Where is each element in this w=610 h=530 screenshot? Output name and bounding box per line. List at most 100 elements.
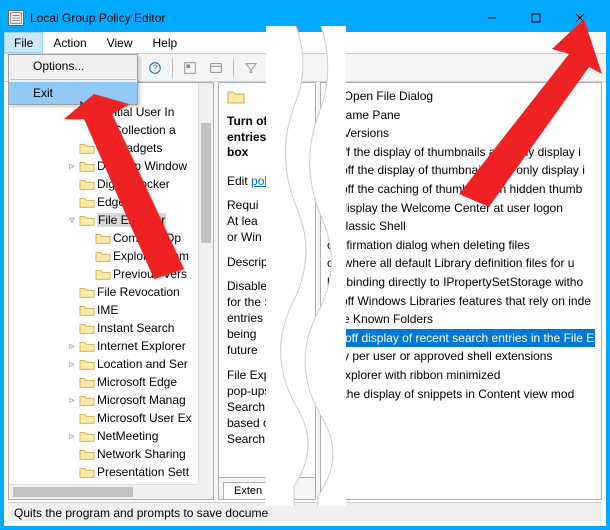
tree-node[interactable]: top Gadgets: [9, 139, 198, 157]
tree-node-label: IME: [97, 303, 118, 317]
tree-node[interactable]: ▹ Desktop Window: [9, 157, 198, 175]
folder-icon: [79, 321, 95, 335]
setting-row[interactable]: us Versions: [327, 124, 595, 143]
setting-row[interactable]: rn off the caching of thumbnails in hidd…: [327, 180, 595, 199]
tree-node[interactable]: ▹ Microsoft Manag: [9, 391, 198, 409]
maximize-button[interactable]: [514, 4, 558, 32]
tree-node[interactable]: Edge: [9, 193, 198, 211]
setting-row[interactable]: ble binding directly to IPropertySetStor…: [327, 273, 595, 292]
tree-node-label: Digital Locker: [97, 177, 170, 191]
workspace: Contentdential User InCollection atop Ga…: [8, 82, 602, 500]
tree-node[interactable]: ▹ Internet Explorer: [9, 337, 198, 355]
toolbar-button-2[interactable]: [205, 57, 227, 79]
setting-title: Turn off entries in box: [227, 114, 307, 161]
expand-icon[interactable]: ▹: [65, 341, 79, 352]
folder-icon: [95, 249, 111, 263]
detail-tabs: Exten: [219, 477, 315, 499]
tree-node[interactable]: Digital Locker: [9, 175, 198, 193]
tree-node-label: Microsoft Manag: [97, 393, 186, 407]
filter-icon[interactable]: [240, 57, 262, 79]
folder-icon: [227, 89, 307, 108]
close-button[interactable]: [558, 4, 602, 32]
tree-node[interactable]: Common Op: [9, 229, 198, 247]
setting-row[interactable]: rn off the display of thumbnails and onl…: [327, 161, 595, 180]
tree-scroll-horizontal[interactable]: [9, 484, 198, 499]
statusbar: Quits the program and prompts to save do…: [8, 502, 602, 522]
tree-node[interactable]: Collection a: [9, 121, 198, 139]
edit-policy-link[interactable]: polic: [251, 174, 276, 188]
tree-node[interactable]: ▿ File Explorer: [9, 211, 198, 229]
tree-node-label: top Gadgets: [97, 141, 162, 155]
tree-node-label: Internet Explorer: [97, 339, 186, 353]
tree-node[interactable]: File Revocation: [9, 283, 198, 301]
settings-list[interactable]: on Open File Dialogr Frame Paneus Versio…: [320, 82, 602, 500]
folder-icon: [95, 123, 111, 137]
help-icon[interactable]: ?: [144, 57, 166, 79]
tree-scroll-vertical[interactable]: [198, 83, 213, 484]
menu-item-exit[interactable]: Exit: [9, 82, 137, 104]
folder-icon: [79, 159, 95, 173]
tree-node-label: Instant Search: [97, 321, 174, 335]
tree-node[interactable]: Explorer Fram: [9, 247, 198, 265]
folder-icon: [79, 357, 95, 371]
setting-row[interactable]: ot display the Welcome Center at user lo…: [327, 199, 595, 218]
tree-node-label: Desktop Window: [97, 159, 187, 173]
scroll-corner: [198, 484, 213, 499]
setting-row[interactable]: n off the display of thumbnails and only…: [327, 143, 595, 162]
tree-node-label: File Revocation: [97, 285, 180, 299]
minimize-button[interactable]: [470, 4, 514, 32]
folder-icon: [79, 447, 95, 461]
expand-icon[interactable]: ▿: [65, 215, 79, 226]
setting-row[interactable]: off the display of snippets in Content v…: [327, 385, 595, 404]
setting-row[interactable]: e Explorer with ribbon minimized: [327, 366, 595, 385]
setting-row[interactable]: confirmation dialog when deleting files: [327, 236, 595, 255]
setting-row[interactable]: off display of recent search entries in …: [327, 329, 595, 348]
tree-node[interactable]: Previous Vers: [9, 265, 198, 283]
folder-icon: [79, 411, 95, 425]
menu-separator: [10, 79, 136, 80]
folder-icon: [79, 195, 95, 209]
menu-item-options[interactable]: Options...: [9, 55, 137, 77]
tree-node[interactable]: Microsoft User Ex: [9, 409, 198, 427]
setting-row[interactable]: r Frame Pane: [327, 106, 595, 125]
tree-node[interactable]: Presentation Sett: [9, 463, 198, 481]
tab-extended[interactable]: Exten: [223, 482, 273, 499]
description-block: Disables s for the Se entries being futu…: [227, 278, 307, 359]
detail-pane: Turn off entries in box Edit polic Requi…: [218, 82, 316, 500]
tree-node[interactable]: Instant Search: [9, 319, 198, 337]
folder-icon: [79, 375, 95, 389]
tree-node-label: Common Op: [113, 231, 181, 245]
svg-text:?: ?: [153, 63, 158, 72]
tree-node[interactable]: ▹ NetMeeting: [9, 427, 198, 445]
menu-file[interactable]: File: [4, 32, 43, 53]
tree-node[interactable]: IME: [9, 301, 198, 319]
expand-icon[interactable]: ▹: [65, 395, 79, 406]
tree-node[interactable]: Microsoft Edge: [9, 373, 198, 391]
file-explorer-block: File Expl pop-ups a Search Box based on …: [227, 367, 307, 448]
setting-row[interactable]: n Classic Shell: [327, 217, 595, 236]
tree-node-label: Collection a: [113, 123, 176, 137]
toolbar-button-1[interactable]: [179, 57, 201, 79]
requirements-block: Requi At lea or Win: [227, 197, 307, 246]
tree-node-label: File Explorer: [97, 213, 166, 227]
tree-node-label: NetMeeting: [97, 429, 158, 443]
folder-icon: [79, 213, 95, 227]
expand-icon[interactable]: ▹: [65, 431, 79, 442]
edit-policy-line: Edit polic: [227, 173, 307, 189]
tree-view[interactable]: Contentdential User InCollection atop Ga…: [9, 83, 198, 484]
tree-node[interactable]: Network Sharing: [9, 445, 198, 463]
expand-icon[interactable]: ▹: [65, 161, 79, 172]
tree-node[interactable]: dential User In: [9, 103, 198, 121]
setting-row[interactable]: able Known Folders: [327, 310, 595, 329]
setting-row[interactable]: on Open File Dialog: [327, 87, 595, 106]
setting-row[interactable]: on where all default Library definition …: [327, 254, 595, 273]
menu-help[interactable]: Help: [143, 32, 188, 53]
toolbar-sep: [233, 58, 234, 78]
tree-node-label: Location and Ser: [97, 357, 188, 371]
setting-row[interactable]: only per user or approved shell extensio…: [327, 347, 595, 366]
menu-view[interactable]: View: [97, 32, 143, 53]
setting-row[interactable]: rn off Windows Libraries features that r…: [327, 292, 595, 311]
tree-node[interactable]: ▹ Location and Ser: [9, 355, 198, 373]
menu-action[interactable]: Action: [43, 32, 96, 53]
expand-icon[interactable]: ▹: [65, 359, 79, 370]
